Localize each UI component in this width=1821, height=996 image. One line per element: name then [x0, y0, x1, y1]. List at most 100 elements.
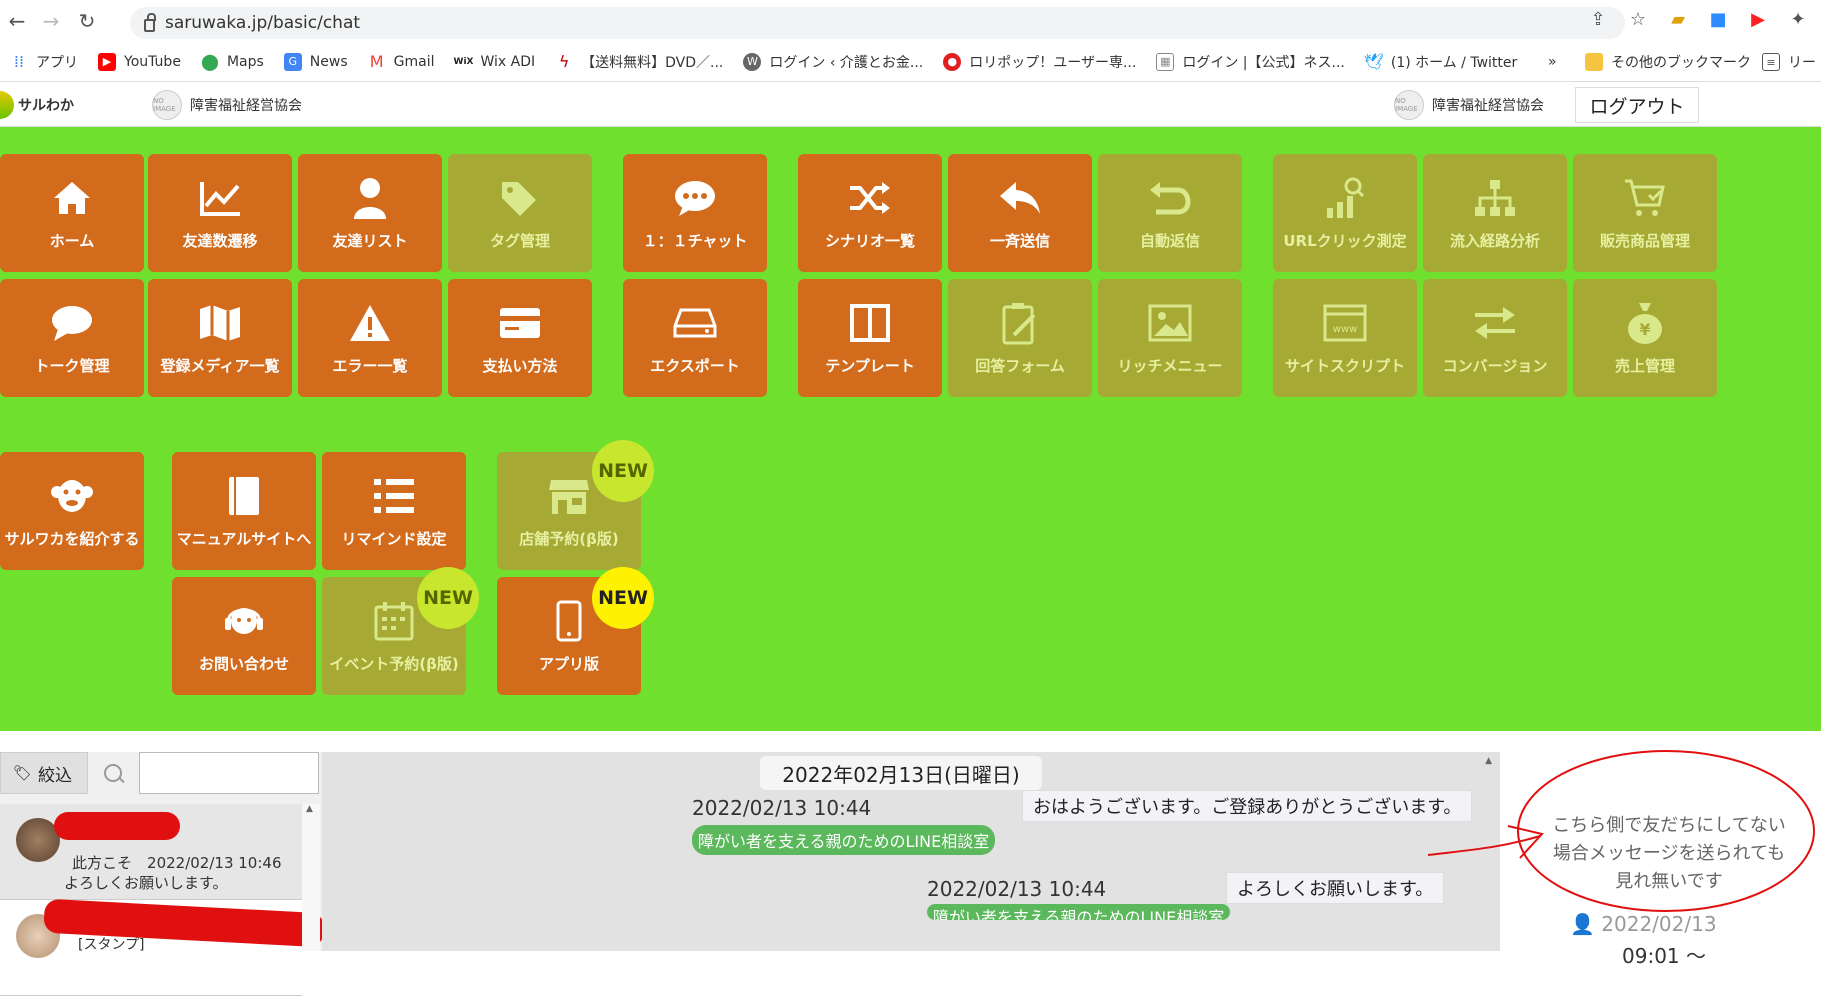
sidebar-scrollbar[interactable]: ▲: [302, 804, 320, 951]
monkey-icon: [50, 474, 94, 518]
bar-search-icon: [1323, 176, 1367, 220]
new-badge-app: NEW: [592, 567, 654, 629]
search-icon[interactable]: [104, 764, 122, 782]
exchange-icon: [1473, 301, 1517, 345]
home-icon: [50, 176, 94, 220]
forward-arrow-icon[interactable]: →: [36, 6, 66, 36]
youtube-extension-icon[interactable]: ▶: [1747, 8, 1769, 30]
money-bag-icon: ¥: [1623, 301, 1667, 345]
clipboard-edit-icon: [998, 301, 1042, 345]
zoom-extension-icon[interactable]: ■: [1707, 8, 1729, 30]
scroll-up-icon[interactable]: ▲: [306, 804, 313, 814]
right-info-panel: こちら側で友だちにしてない場合メッセージを送られても見れ無いです 👤 2022/…: [1500, 752, 1821, 968]
bookmark-lolipop[interactable]: ● ロリポップ！ユーザー専...: [943, 52, 1136, 72]
menu-contact[interactable]: お問い合わせ: [172, 577, 316, 695]
account-tag: 障がい者を支える親のためのLINE相談室: [927, 904, 1231, 920]
no-image-avatar: NO IMAGE: [1394, 90, 1424, 120]
menu-home[interactable]: ホーム: [0, 154, 144, 272]
list-icon: [372, 474, 416, 518]
menu-payment[interactable]: 支払い方法: [448, 279, 592, 397]
menu-product[interactable]: 販売商品管理: [1573, 154, 1717, 272]
bookmarks-bar: ⁞⁞ アプリ ▶ YouTube ⬤ Maps G News M Gmail WiX Wix…: [0, 42, 1821, 82]
menu-auto-reply[interactable]: 自動返信: [1098, 154, 1242, 272]
drive-icon: [673, 301, 717, 345]
menu-export[interactable]: エクスポート: [623, 279, 767, 397]
menu-errors[interactable]: エラー一覧: [298, 279, 442, 397]
back-arrow-icon[interactable]: ←: [2, 6, 32, 36]
scroll-up-icon[interactable]: ▲: [1485, 756, 1492, 766]
menu-tag-manage[interactable]: タグ管理: [448, 154, 592, 272]
menu-url-click[interactable]: URLクリック測定: [1273, 154, 1417, 272]
account-right: NO IMAGE 障害福祉経営協会: [1394, 90, 1544, 120]
menu-scenario[interactable]: シナリオ一覧: [798, 154, 942, 272]
google-news-icon: G: [283, 52, 302, 71]
menu-manual[interactable]: マニュアルサイトへ: [172, 452, 316, 570]
menu-introduce[interactable]: サルワカを紹介する: [0, 452, 144, 570]
bookmark-kaigo[interactable]: W ログイン ‹ 介護とお金...: [743, 52, 923, 72]
saruwaka-logo[interactable]: サルわか: [0, 91, 74, 119]
bookmark-login[interactable]: ▦ ログイン |【公式】ネス...: [1156, 52, 1345, 72]
bookmark-news[interactable]: G News: [283, 52, 348, 71]
menu-friend-list[interactable]: 友達リスト: [298, 154, 442, 272]
twitter-icon: 🕊: [1363, 52, 1385, 71]
friend-date: 👤 2022/02/13: [1570, 912, 1717, 936]
menu-remind[interactable]: リマインド設定: [322, 452, 466, 570]
bookmark-maps[interactable]: ⬤ Maps: [201, 52, 264, 71]
other-bookmarks[interactable]: その他のブックマーク: [1585, 52, 1751, 72]
chat-section: 🏷 絞込 此方こそ 2022/02/13 10:46 よろしくお願いします。 […: [0, 732, 1821, 996]
menu-template[interactable]: テンプレート: [798, 279, 942, 397]
menu-inflow[interactable]: 流入経路分析: [1423, 154, 1567, 272]
menu-form[interactable]: 回答フォーム: [948, 279, 1092, 397]
message-bubble: おはようございます。ご登録ありがとうございます。: [1022, 790, 1473, 822]
new-badge-store: NEW: [592, 440, 654, 502]
bookmark-wix[interactable]: WiX Wix ADI: [453, 53, 536, 71]
lock-icon: [144, 12, 156, 32]
logout-button[interactable]: ログアウト: [1575, 87, 1699, 123]
extension-chat-icon[interactable]: ▰: [1667, 8, 1689, 30]
friend-list-item[interactable]: [スタンプ]: [0, 898, 325, 996]
bookmark-twitter[interactable]: 🕊 (1) ホーム / Twitter: [1363, 52, 1518, 72]
menu-site-script[interactable]: www サイトスクリプト: [1273, 279, 1417, 397]
address-bar[interactable]: saruwaka.jp/basic/chat: [130, 7, 1625, 39]
shop-icon: ϟ: [558, 52, 570, 71]
reading-list[interactable]: ≡ リー: [1762, 52, 1816, 72]
reload-icon[interactable]: ↻: [72, 6, 102, 36]
user-icon: [348, 176, 392, 220]
account-tag: 障がい者を支える親のためのLINE相談室: [692, 825, 996, 855]
bookmark-dvd[interactable]: ϟ 【送料無料】DVD／...: [555, 52, 724, 72]
warning-icon: [348, 301, 392, 345]
menu-sales[interactable]: ¥ 売上管理: [1573, 279, 1717, 397]
wix-icon: WiX: [453, 56, 474, 67]
smartphone-icon: [547, 599, 591, 643]
bookmark-gmail[interactable]: M Gmail: [368, 52, 435, 71]
puzzle-icon[interactable]: ✦: [1787, 8, 1809, 30]
reading-list-icon: ≡: [1762, 53, 1780, 71]
svg-text:www: www: [1333, 324, 1358, 335]
menu-friend-trend[interactable]: 友達数遷移: [148, 154, 292, 272]
bookmark-youtube[interactable]: ▶ YouTube: [98, 52, 181, 71]
filter-button[interactable]: 🏷 絞込: [0, 752, 88, 794]
bookmark-apps[interactable]: ⁞⁞ アプリ: [10, 52, 78, 72]
menu-chat[interactable]: １：１チャット: [623, 154, 767, 272]
credit-card-icon: [498, 301, 542, 345]
youtube-icon: ▶: [98, 52, 116, 71]
sitemap-icon: [1473, 176, 1517, 220]
menu-conversion[interactable]: コンバージョン: [1423, 279, 1567, 397]
tag-icon: 🏷: [13, 764, 33, 782]
reply-arrow-icon: [998, 176, 1042, 220]
menu-media[interactable]: 登録メディア一覧: [148, 279, 292, 397]
new-badge-event: NEW: [417, 567, 479, 629]
tags-icon: [498, 176, 542, 220]
menu-talk[interactable]: トーク管理: [0, 279, 144, 397]
browser-toolbar: ← → ↻ saruwaka.jp/basic/chat ⇪ ☆ ▰ ■ ▶ ✦: [0, 0, 1821, 42]
store-icon: [547, 474, 591, 518]
menu-rich-menu[interactable]: リッチメニュー: [1098, 279, 1242, 397]
menu-broadcast[interactable]: 一斉送信: [948, 154, 1092, 272]
friend-search-input[interactable]: [139, 752, 319, 794]
bookmarks-overflow[interactable]: »: [1548, 54, 1557, 70]
share-icon[interactable]: ⇪: [1587, 8, 1609, 30]
message-bubble: よろしくお願いします。: [1226, 872, 1445, 904]
friend-list-item[interactable]: 此方こそ 2022/02/13 10:46 よろしくお願いします。: [0, 804, 302, 900]
star-icon[interactable]: ☆: [1627, 8, 1649, 30]
wordpress-icon: W: [743, 52, 762, 71]
